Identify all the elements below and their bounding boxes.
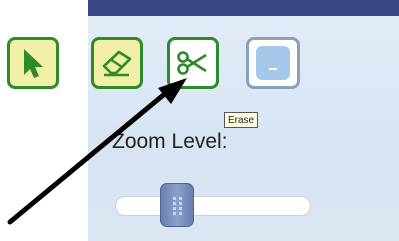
screenshot-stage: Erase Zoom Level: [0,0,399,241]
pointer-arrow-icon [0,0,399,241]
